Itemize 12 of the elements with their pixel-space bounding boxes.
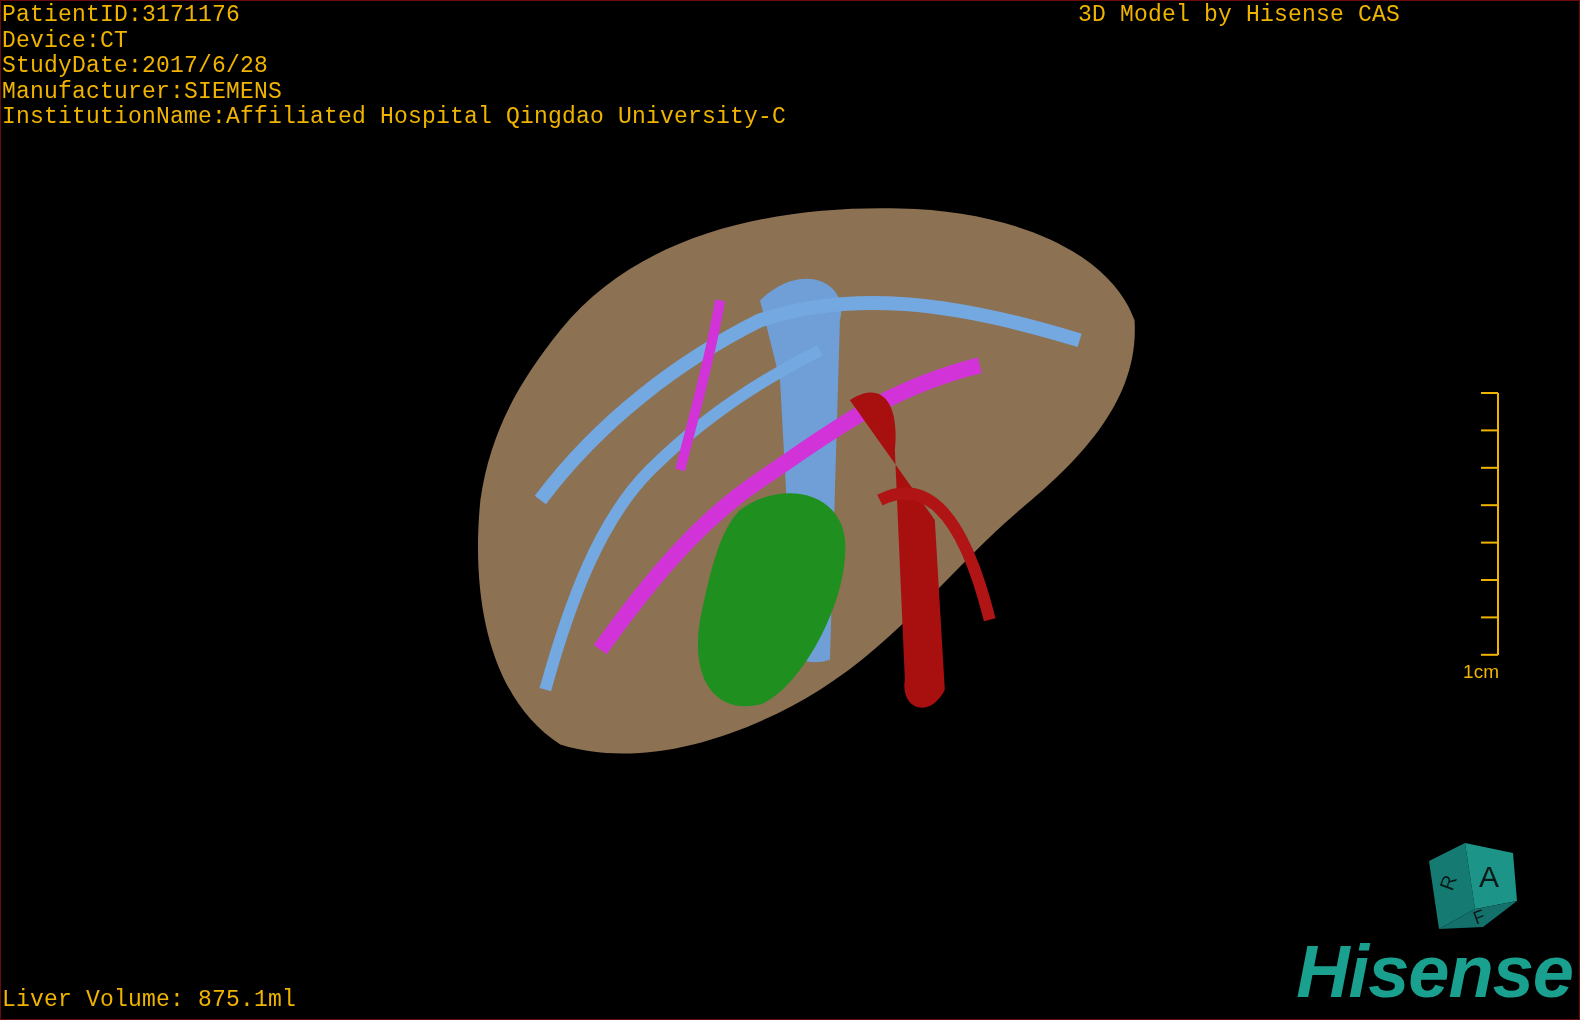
liver-volume: Liver Volume: 875.1ml xyxy=(2,987,297,1013)
patient-info-line: PatientID:3171176 xyxy=(2,3,242,29)
brand-logo: Hisense xyxy=(1296,935,1573,1009)
patient-info-line: StudyDate:2017/6/28 xyxy=(2,54,270,80)
cube-label: A xyxy=(1479,860,1499,893)
cube-label: F xyxy=(1470,905,1488,929)
cube-label: R xyxy=(1435,872,1461,894)
patient-info-line: Device:CT xyxy=(2,28,130,54)
patient-info-line: Manufacturer:SIEMENS xyxy=(2,79,284,105)
scale-label: 1cm xyxy=(1463,661,1499,683)
patient-info-line: InstitutionName:Affiliated Hospital Qingdao University-C xyxy=(2,105,787,131)
model-credit: 3D Model by Hisense CAS xyxy=(1078,3,1401,29)
